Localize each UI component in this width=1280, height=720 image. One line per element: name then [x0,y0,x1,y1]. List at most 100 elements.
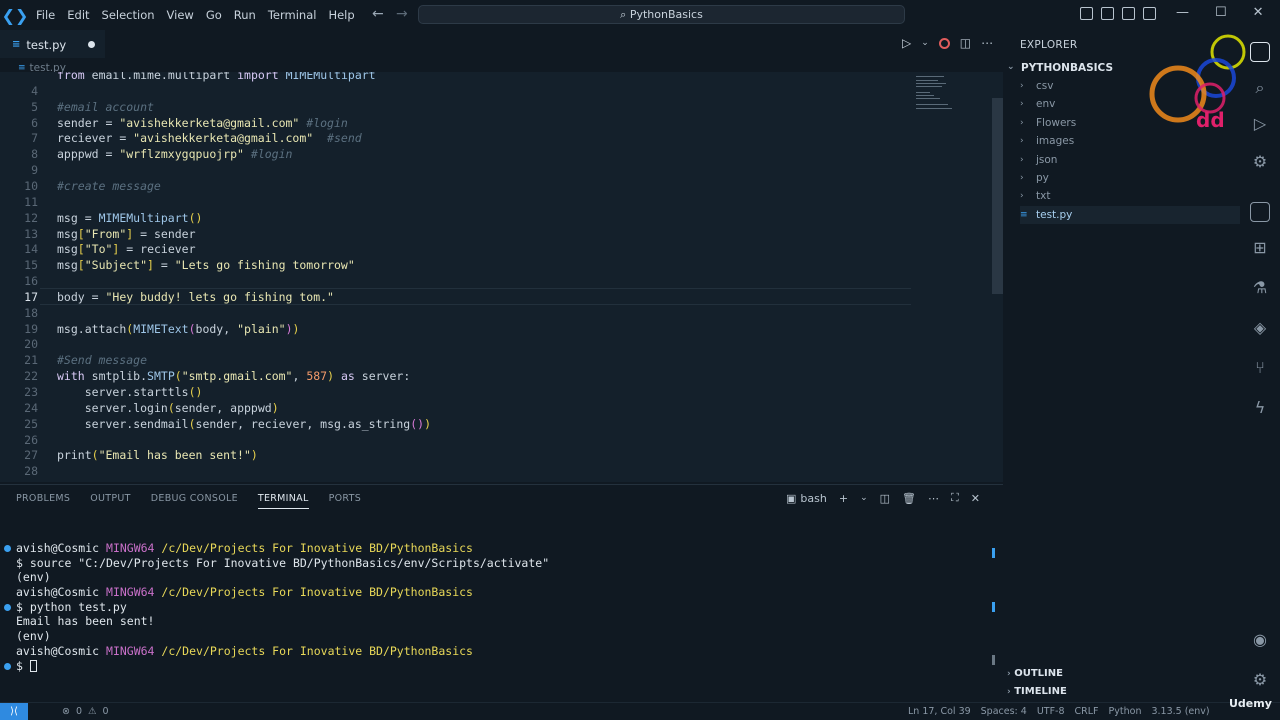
lightning-icon[interactable]: ϟ [1250,398,1270,417]
language-mode[interactable]: Python [1109,706,1142,717]
command-decoration-icon[interactable] [4,662,11,670]
record-stop-icon[interactable] [938,37,950,49]
command-decoration-icon[interactable] [4,545,11,552]
code-text[interactable]: server.sendmail(sender, reciever, msg.as… [57,416,431,432]
arrow-left-icon[interactable]: ← [372,6,384,22]
code-text[interactable]: #Send message [57,352,147,368]
code-text[interactable]: msg = MIMEMultipart() [57,210,202,226]
maximize-panel-icon[interactable]: ⛶ [951,491,959,505]
encoding[interactable]: UTF-8 [1037,706,1065,717]
terminal-cursor[interactable] [29,660,37,672]
more-actions-icon[interactable]: ⋯ [981,36,993,50]
code-line[interactable]: 23 server.starttls() [0,384,930,400]
tab-terminal[interactable]: TERMINAL [257,493,309,509]
code-editor[interactable]: from email.mime.multipart import MIMEMul… [0,72,1003,482]
code-text[interactable]: msg["Subject"] = "Lets go fishing tomorr… [57,257,355,273]
code-line[interactable]: 19 msg.attach(MIMEText(body, "plain")) [0,321,930,337]
chevron-down-icon[interactable]: ⌄ [921,38,929,48]
menu-run[interactable]: Run [228,0,262,30]
menu-selection[interactable]: Selection [96,0,161,30]
tab-output[interactable]: OUTPUT [90,493,131,509]
chevron-down-icon[interactable]: ⌄ [860,493,868,503]
indentation[interactable]: Spaces: 4 [981,706,1027,717]
code-line[interactable]: 11 [0,194,930,210]
tab-ports[interactable]: PORTS [329,493,361,509]
run-python-file-icon[interactable]: ▷ [902,36,911,50]
code-text[interactable]: server.starttls() [57,384,203,400]
code-line[interactable]: 13 msg["From"] = sender [0,226,930,242]
code-line[interactable]: 27 print("Email has been sent!") [0,447,930,463]
code-line[interactable]: 9 [0,162,930,178]
split-editor-icon[interactable]: ◫ [960,36,971,50]
toggle-primary-sidebar-icon[interactable] [1101,7,1114,20]
editor-scrollbar[interactable] [992,98,1003,294]
debug-icon[interactable]: ⚙ [1250,152,1270,171]
code-line[interactable]: 28 [0,463,930,479]
menu-help[interactable]: Help [322,0,360,30]
line-endings[interactable]: CRLF [1075,706,1099,717]
folder-item-json[interactable]: › json [1020,151,1240,169]
code-line[interactable]: from email.mime.multipart import MIMEMul… [0,72,930,83]
code-text[interactable]: msg.attach(MIMEText(body, "plain")) [57,321,299,337]
testing-icon[interactable]: ⚗ [1250,278,1270,297]
more-actions-icon[interactable]: ⋯ [928,492,939,505]
code-text[interactable]: #email account [57,99,154,115]
maximize-icon[interactable]: ☐ [1215,5,1227,20]
code-text[interactable]: reciever = "avishekkerketa@gmail.com" #s… [57,130,362,146]
code-text[interactable]: #create message [57,178,161,194]
gear-icon[interactable]: ⚙ [1250,670,1270,689]
file-item-test-py[interactable]: ≡ test.py [1020,205,1240,224]
code-line[interactable]: 26 [0,432,930,448]
terminal-output[interactable]: avish@Cosmic MINGW64 /c/Dev/Projects For… [0,541,990,673]
minimap[interactable] [916,76,956,112]
command-decoration-icon[interactable] [4,603,11,611]
timeline-section[interactable]: › TIMELINE [1007,686,1067,697]
code-text[interactable]: print("Email has been sent!") [57,447,258,463]
code-text[interactable]: body = "Hey buddy! lets go fishing tom." [57,289,334,305]
code-text[interactable]: from email.mime.multipart import MIMEMul… [57,72,376,83]
menu-go[interactable]: Go [200,0,228,30]
toggle-secondary-sidebar-icon[interactable] [1143,7,1156,20]
code-line[interactable]: 21 #Send message [0,352,930,368]
code-line[interactable]: 10 #create message [0,178,930,194]
close-window-icon[interactable]: ✕ [1253,5,1264,20]
terminal-selector[interactable]: ▣ bash [786,492,827,505]
code-line[interactable]: 25 server.sendmail(sender, reciever, msg… [0,416,930,432]
problems-summary[interactable]: ⊗ 0 ⚠ 0 [62,706,109,717]
code-text[interactable]: msg["From"] = sender [57,226,196,242]
code-text[interactable]: msg["To"] = reciever [57,241,196,257]
interpreter-version[interactable]: 3.13.5 (env) [1151,706,1209,717]
menu-file[interactable]: File [30,0,61,30]
tab-test-py[interactable]: ≡ test.py [0,30,105,58]
extensions-icon[interactable]: ⊞ [1250,238,1270,257]
menu-view[interactable]: View [161,0,200,30]
git-graph-icon[interactable]: ⑂ [1250,358,1270,377]
code-line[interactable]: 16 [0,273,930,289]
trash-icon[interactable]: 🗑 [902,492,916,505]
code-line[interactable]: 22 with smtplib.SMTP("smtp.gmail.com", 58… [0,368,930,384]
folder-item-txt[interactable]: › txt [1020,187,1240,205]
code-line[interactable]: 15 msg["Subject"] = "Lets go fishing tomo… [0,257,930,273]
code-line[interactable]: 17 body = "Hey buddy! lets go fishing tom… [0,289,930,305]
outline-section[interactable]: › OUTLINE [1007,668,1063,679]
tab-problems[interactable]: PROBLEMS [16,493,70,509]
folder-item-py[interactable]: › py [1020,169,1240,187]
account-icon[interactable]: ◉ [1250,630,1270,649]
menu-edit[interactable]: Edit [61,0,95,30]
customize-layout-icon[interactable] [1080,7,1093,20]
remote-explorer-icon[interactable] [1250,202,1270,222]
toggle-panel-icon[interactable] [1122,7,1135,20]
code-text[interactable]: server.login(sender, apppwd) [57,400,279,416]
code-text[interactable]: with smtplib.SMTP("smtp.gmail.com", 587)… [57,368,410,384]
cursor-position[interactable]: Ln 17, Col 39 [908,706,971,717]
menu-terminal[interactable]: Terminal [262,0,323,30]
code-line[interactable]: 4 [0,83,930,99]
tab-debug-console[interactable]: DEBUG CONSOLE [151,493,238,509]
root-folder[interactable]: ⌄ PYTHONBASICS [1007,62,1113,74]
code-line[interactable]: 18 [0,305,930,321]
close-panel-icon[interactable]: ✕ [971,492,980,505]
remote-indicator-icon[interactable]: ⟩⟨ [0,703,28,720]
code-line[interactable]: 14 msg["To"] = reciever [0,241,930,257]
code-text[interactable]: sender = "avishekkerketa@gmail.com" #log… [57,115,348,131]
code-text[interactable]: apppwd = "wrflzmxygqpuojrp" #login [57,146,292,162]
